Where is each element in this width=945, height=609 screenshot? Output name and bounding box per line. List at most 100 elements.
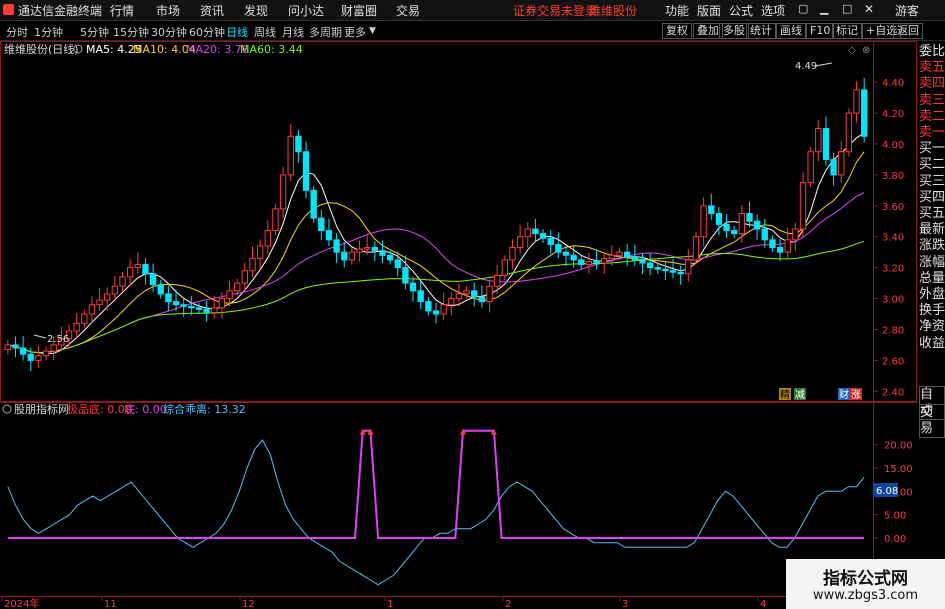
candle-body [799,182,807,230]
candle-body [134,264,141,269]
candle-body [776,247,784,253]
back-button[interactable]: 返回 [893,23,923,39]
main-chart-frame [0,41,917,402]
menu-item-discover[interactable]: 发现 [244,2,268,19]
period-tab-1min[interactable]: 1分钟 [34,24,63,40]
price-tick-label: 4.20 [882,109,904,120]
candle-body [417,290,424,303]
candle-body [264,230,271,247]
candle-body [440,304,447,315]
candle-body [532,228,539,235]
period-tab-60min[interactable]: 60分钟 [189,24,225,40]
menu-item-formula[interactable]: 公式 [729,2,753,19]
candle-body [524,228,531,238]
candle-body [822,128,830,160]
menu-item-market[interactable]: 市场 [156,2,180,19]
candle-body [731,230,738,235]
candle-body [623,251,631,258]
time-tick-label: 2024年 [4,597,39,609]
indicator-title: 股朋指标网 [14,402,69,416]
period-tab-intraday[interactable]: 分时 [6,24,28,40]
menu-item-options[interactable]: 选项 [761,2,785,19]
candle-body [379,250,386,256]
candle-body [73,322,80,332]
more-chevron-icon[interactable]: ▼ [369,26,376,36]
candle-body [226,290,233,300]
statistics-button[interactable]: 统计 [746,23,776,39]
period-tab-multi[interactable]: 多周期 [309,24,342,40]
trade-button[interactable]: 交易 [919,404,945,438]
period-tab-more[interactable]: 更多 [344,24,366,40]
maximize-icon[interactable]: □ [842,2,852,15]
period-tab-weekly[interactable]: 周线 [254,24,276,40]
mark-button[interactable]: 标记 [832,23,862,39]
price-tick-label: 2.60 [882,356,904,367]
indicator-settings-icon[interactable] [2,404,12,414]
menu-item-news[interactable]: 资讯 [200,2,224,19]
quote-item-2: 卖四 [919,76,945,92]
menu-item-wealth[interactable]: 财富圈 [341,2,377,19]
candle-body [501,259,508,276]
candle-body [432,310,440,315]
menu-item-quotes[interactable]: 行情 [110,2,134,19]
diamond-icon[interactable]: ◇ [848,45,856,56]
period-tab-monthly[interactable]: 月线 [282,24,304,40]
kline-chart[interactable]: 维维股份(日线) MA5: 4.25 MA10: 4.04 MA20: 3.76… [0,41,917,609]
candle-body [746,213,753,222]
candle-body [616,251,623,256]
candle-body [249,257,256,272]
candle-body [409,282,417,292]
candle-body [42,350,50,357]
candle-body [715,213,723,225]
candle-body [761,228,768,241]
quote-item-10: 买五 [919,206,945,221]
menu-item-ask[interactable]: 问小达 [288,2,324,19]
indicator-lines [7,428,865,586]
close-icon[interactable]: ✕ [864,2,874,16]
candle-body [302,151,310,191]
minimize-icon[interactable]: ▁ [820,2,828,15]
watermark-title: 指标公式网 [823,569,908,589]
period-tab-15min[interactable]: 15分钟 [113,24,149,40]
menu-item-layout[interactable]: 版面 [697,2,721,19]
trade-login-alert[interactable]: 证券交易未登录 [513,2,597,19]
candle-body [815,128,822,153]
window-menu-icon[interactable]: ▢ [798,2,808,15]
adjust-rights-button[interactable]: 复权 [662,23,692,39]
candle-body [256,245,264,259]
chart-close-icon[interactable]: ⊗ [862,45,870,56]
period-toolbar: 分时 1分钟 5分钟 15分钟 30分钟 60分钟 日线 周线 月线 多周期 更… [0,21,945,41]
ma20-line [7,192,865,354]
multi-stock-button[interactable]: 多股 [719,23,749,39]
draw-line-button[interactable]: 画线 [776,23,806,39]
quote-item-1: 卖五 [919,60,945,76]
candle-body [188,305,195,309]
candle-body [142,264,149,275]
candle-body [692,236,700,261]
main-chart-title: 维维股份(日线) [4,42,79,56]
candle-body [578,259,585,266]
menu-item-function[interactable]: 功能 [665,2,689,19]
candle-body [601,257,608,264]
user-label[interactable]: 游客 [895,2,919,19]
candle-body [195,307,203,310]
tag-reduce: 减 [795,389,805,401]
menu-item-trade[interactable]: 交易 [396,2,420,19]
tag-refined: 精 [780,388,790,401]
f10-button[interactable]: F10 [806,23,835,39]
time-tick-label: 2 [505,599,511,609]
period-tab-5min[interactable]: 5分钟 [80,24,109,40]
price-tick-label: 3.00 [882,295,904,306]
quote-item-0: 委比 [919,44,945,59]
time-tick-label: 12 [242,599,255,609]
app-logo-icon [3,4,14,15]
quote-item-15: 外盘 [919,287,945,302]
period-tab-daily[interactable]: 日线 [226,24,248,40]
quote-item-5: 卖一 [919,125,945,140]
candle-body [685,259,692,275]
period-tab-30min[interactable]: 30分钟 [151,24,187,40]
candle-body [830,158,837,176]
candle-body [662,268,669,272]
candle-body [669,270,677,273]
candle-body [386,254,394,261]
